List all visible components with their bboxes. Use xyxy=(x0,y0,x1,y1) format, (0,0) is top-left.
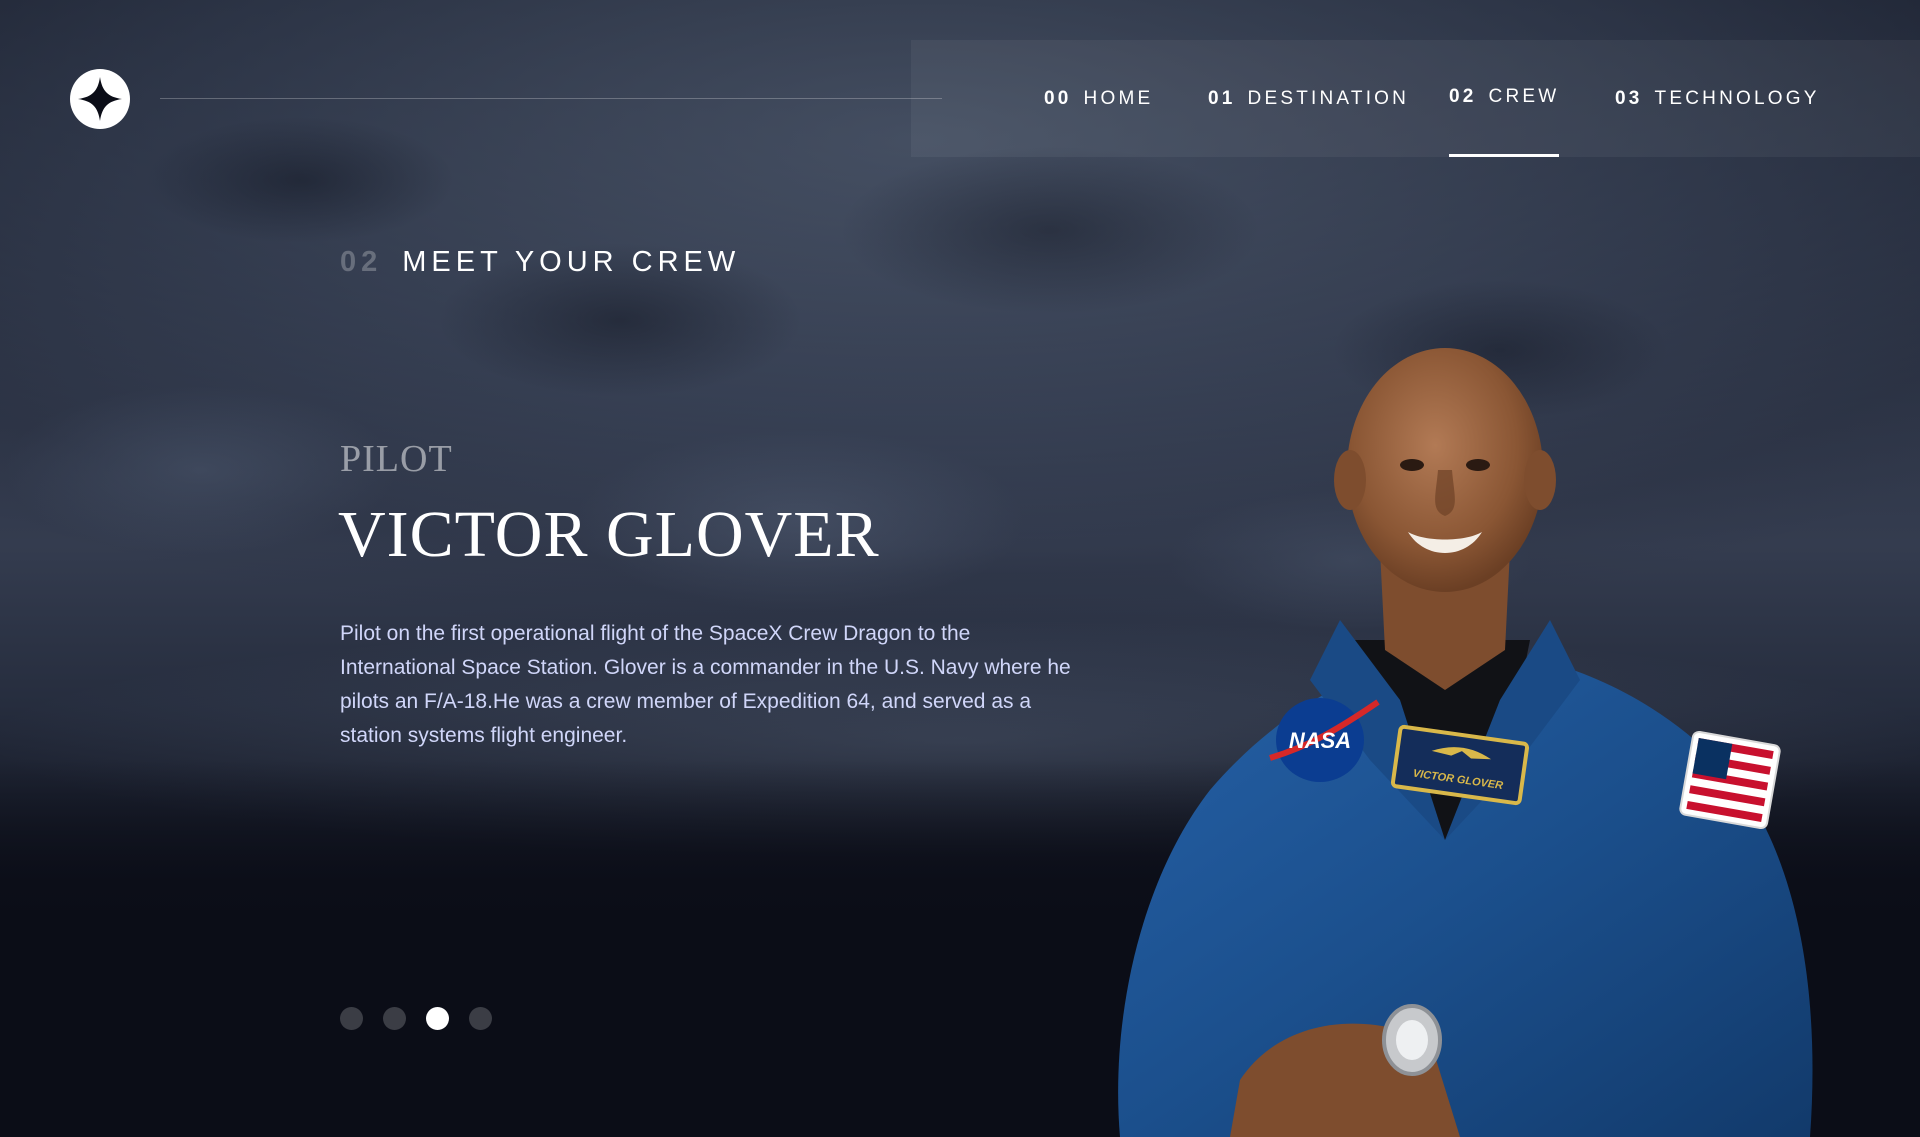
nav-item-num: 02 xyxy=(1449,86,1477,107)
page-title-label: MEET YOUR CREW xyxy=(402,246,741,278)
page-title: 02 MEET YOUR CREW xyxy=(340,246,740,279)
nav-item-label: HOME xyxy=(1083,87,1154,109)
carousel-dot-3[interactable] xyxy=(426,1007,449,1030)
main-nav: 00 HOME 01 DESTINATION 02 CREW 03 TECHNO… xyxy=(911,40,1920,157)
nasa-patch-text: NASA xyxy=(1289,728,1351,753)
nav-item-label: CREW xyxy=(1488,86,1560,107)
nav-item-label: TECHNOLOGY xyxy=(1654,87,1820,109)
nav-item-technology[interactable]: 03 TECHNOLOGY xyxy=(1615,40,1820,157)
nav-item-num: 00 xyxy=(1044,87,1072,109)
crew-bio: Pilot on the first operational flight of… xyxy=(340,622,1071,747)
nav-item-home[interactable]: 00 HOME xyxy=(1044,40,1153,157)
crew-carousel-dots xyxy=(340,1007,492,1030)
carousel-dot-1[interactable] xyxy=(340,1007,363,1030)
page-title-number: 02 xyxy=(340,246,383,278)
carousel-dot-2[interactable] xyxy=(383,1007,406,1030)
nav-item-label: DESTINATION xyxy=(1247,87,1410,109)
crew-role: PILOT xyxy=(340,438,453,480)
nav-item-num: 01 xyxy=(1208,87,1236,109)
star-logo-icon[interactable] xyxy=(70,69,130,129)
crew-page: 00 HOME 01 DESTINATION 02 CREW 03 TECHNO… xyxy=(0,0,1920,1137)
nav-item-destination[interactable]: 01 DESTINATION xyxy=(1208,40,1409,157)
carousel-dot-4[interactable] xyxy=(469,1007,492,1030)
nav-item-crew[interactable]: 02 CREW xyxy=(1449,40,1560,157)
header-divider xyxy=(160,98,942,99)
nav-item-num: 03 xyxy=(1615,87,1643,109)
crew-name: VICTOR GLOVER xyxy=(338,498,880,571)
crew-member-photo: NASA VICTOR GLOVER xyxy=(1118,348,1813,1137)
